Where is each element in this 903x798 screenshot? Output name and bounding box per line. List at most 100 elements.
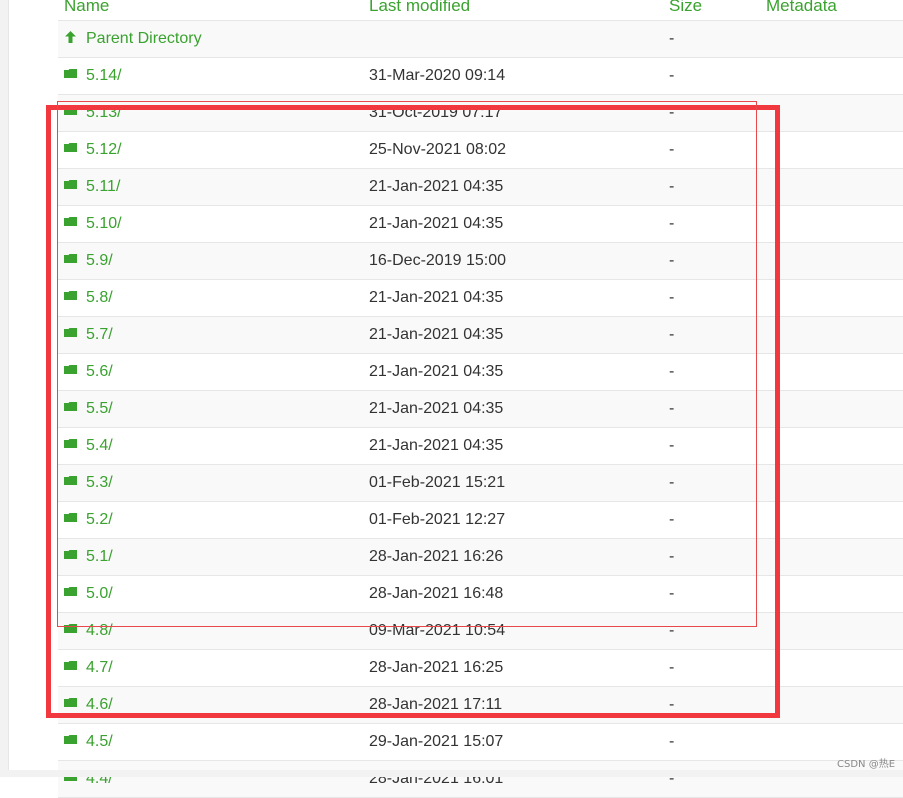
last-modified: 28-Jan-2021 16:48 <box>369 585 504 602</box>
up-arrow-icon <box>65 30 76 43</box>
directory-link[interactable]: 5.7/ <box>64 317 113 353</box>
directory-name: 5.10/ <box>86 215 122 232</box>
size: - <box>669 215 675 232</box>
directory-link[interactable]: 5.0/ <box>64 576 113 612</box>
directory-name: 4.6/ <box>86 696 113 713</box>
folder-icon <box>64 550 77 560</box>
size: - <box>669 326 675 343</box>
table-row: 4.7/28-Jan-2021 16:25 - <box>58 650 903 687</box>
directory-name: 5.1/ <box>86 548 113 565</box>
directory-link[interactable]: 5.13/ <box>64 95 122 131</box>
directory-link[interactable]: 4.6/ <box>64 687 113 723</box>
size: - <box>669 585 675 602</box>
bottom-strip <box>0 770 903 777</box>
directory-name: 5.14/ <box>86 67 122 84</box>
directory-name: 5.6/ <box>86 363 113 380</box>
size: - <box>669 400 675 417</box>
directory-link[interactable]: 5.8/ <box>64 280 113 316</box>
table-row: 5.3/01-Feb-2021 15:21 - <box>58 465 903 502</box>
table-row: 5.2/01-Feb-2021 12:27 - <box>58 502 903 539</box>
last-modified: 29-Jan-2021 15:07 <box>369 733 504 750</box>
directory-name: 5.11/ <box>86 178 121 195</box>
size: - <box>669 437 675 454</box>
directory-name: 5.13/ <box>86 104 122 121</box>
folder-icon <box>64 439 77 449</box>
directory-link[interactable]: 5.12/ <box>64 132 122 168</box>
folder-icon <box>64 698 77 708</box>
table-row: 5.13/31-Oct-2019 07:17 - <box>58 95 903 132</box>
last-modified: 01-Feb-2021 12:27 <box>369 511 506 528</box>
table-row: 5.0/28-Jan-2021 16:48 - <box>58 576 903 613</box>
last-modified: 31-Mar-2020 09:14 <box>369 67 506 84</box>
table-row: 5.11/21-Jan-2021 04:35 - <box>58 169 903 206</box>
parent-directory-link[interactable]: Parent Directory <box>64 21 202 57</box>
folder-icon <box>64 106 77 116</box>
last-modified: 01-Feb-2021 15:21 <box>369 474 506 491</box>
table-row: 5.14/31-Mar-2020 09:14 - <box>58 58 903 95</box>
last-modified: 21-Jan-2021 04:35 <box>369 289 504 306</box>
directory-name: 4.7/ <box>86 659 113 676</box>
size: - <box>669 770 675 787</box>
directory-link[interactable]: 5.14/ <box>64 58 122 94</box>
directory-name: 5.2/ <box>86 511 113 528</box>
folder-icon <box>64 402 77 412</box>
last-modified: 28-Jan-2021 17:11 <box>369 696 503 713</box>
size: - <box>669 659 675 676</box>
folder-icon <box>64 69 77 79</box>
size: - <box>669 67 675 84</box>
table-row: 5.6/21-Jan-2021 04:35 - <box>58 354 903 391</box>
directory-name: 4.8/ <box>86 622 113 639</box>
directory-link[interactable]: 5.9/ <box>64 243 113 279</box>
directory-link[interactable]: 5.6/ <box>64 354 113 390</box>
size: - <box>669 622 675 639</box>
directory-rows: 5.14/31-Mar-2020 09:14-5.13/31-Oct-2019 … <box>58 58 903 798</box>
directory-link[interactable]: 5.2/ <box>64 502 113 538</box>
folder-icon <box>64 513 77 523</box>
directory-link[interactable]: 4.7/ <box>64 650 113 686</box>
size: - <box>669 104 675 121</box>
directory-link[interactable]: 5.5/ <box>64 391 113 427</box>
directory-name: 5.3/ <box>86 474 113 491</box>
size: - <box>669 178 675 195</box>
table-row: 4.4/28-Jan-2021 16:01 - <box>58 761 903 798</box>
table-row: 4.8/09-Mar-2021 10:54 - <box>58 613 903 650</box>
last-modified: 28-Jan-2021 16:26 <box>369 548 504 565</box>
directory-link[interactable]: 5.3/ <box>64 465 113 501</box>
last-modified: 21-Jan-2021 04:35 <box>369 178 504 195</box>
table-row: 5.7/21-Jan-2021 04:35 - <box>58 317 903 354</box>
directory-name: 5.7/ <box>86 326 113 343</box>
size: - <box>669 474 675 491</box>
directory-link[interactable]: 5.11/ <box>64 169 120 205</box>
directory-name: 5.4/ <box>86 437 113 454</box>
parent-directory-row: Parent Directory - <box>58 21 903 58</box>
table-row: 5.4/21-Jan-2021 04:35 - <box>58 428 903 465</box>
last-modified: 31-Oct-2019 07:17 <box>369 104 503 121</box>
size: - <box>669 289 675 306</box>
directory-link[interactable]: 5.1/ <box>64 539 113 575</box>
size: - <box>669 511 675 528</box>
last-modified: 21-Jan-2021 04:35 <box>369 326 504 343</box>
table-row: 5.5/21-Jan-2021 04:35 - <box>58 391 903 428</box>
left-gutter <box>0 0 9 777</box>
folder-icon <box>64 661 77 671</box>
folder-icon <box>64 735 77 745</box>
directory-link[interactable]: 4.8/ <box>64 613 113 649</box>
folder-icon <box>64 624 77 634</box>
folder-icon <box>64 365 77 375</box>
size: - <box>669 696 675 713</box>
folder-icon <box>64 254 77 264</box>
size: - <box>669 363 675 380</box>
folder-icon <box>64 587 77 597</box>
directory-link[interactable]: 4.4/ <box>64 761 113 797</box>
size: - <box>669 733 675 750</box>
directory-link[interactable]: 5.10/ <box>64 206 122 242</box>
last-modified: 09-Mar-2021 10:54 <box>369 622 506 639</box>
directory-name: 5.8/ <box>86 289 113 306</box>
directory-link[interactable]: 4.5/ <box>64 724 113 760</box>
table-row: 4.5/29-Jan-2021 15:07 - <box>58 724 903 761</box>
table-header: Name Last modified Size Metadata <box>58 0 903 21</box>
directory-link[interactable]: 5.4/ <box>64 428 113 464</box>
folder-icon <box>64 180 77 190</box>
folder-icon <box>64 143 77 153</box>
last-modified: 25-Nov-2021 08:02 <box>369 141 506 158</box>
